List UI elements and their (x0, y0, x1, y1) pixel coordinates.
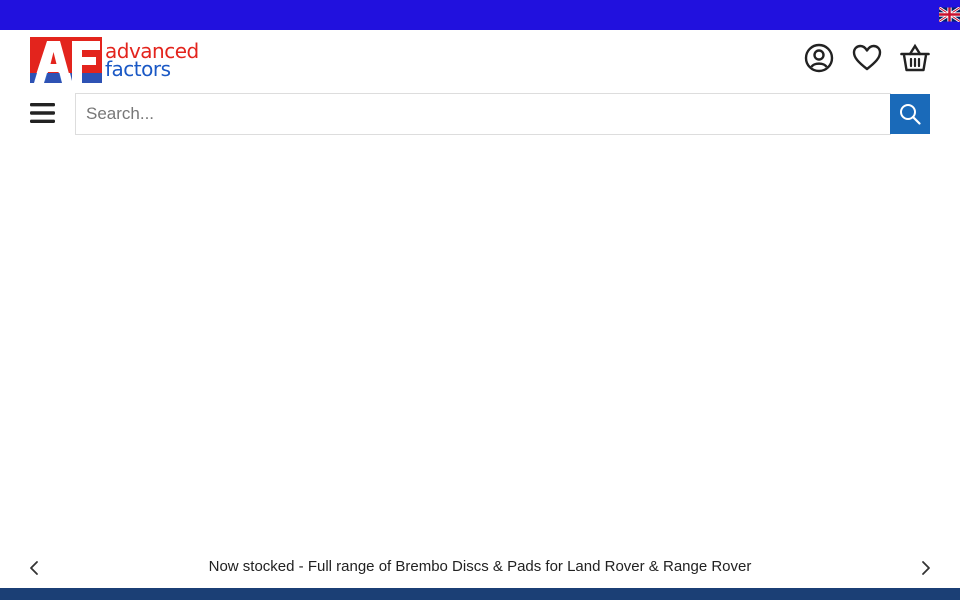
logo-wordmark: advanced factors (105, 41, 199, 81)
hero-banner-area (0, 150, 960, 540)
top-announcement-bar (0, 0, 960, 30)
chevron-left-icon (30, 561, 38, 575)
logo-word-factors: factors (105, 57, 171, 81)
search-row (0, 93, 960, 135)
hamburger-menu-icon[interactable] (30, 102, 55, 124)
bottom-nav-bar (0, 588, 960, 600)
site-header: advanced factors (0, 30, 960, 90)
basket-icon[interactable] (900, 43, 930, 73)
wishlist-heart-icon[interactable] (852, 43, 882, 73)
search-button[interactable] (890, 94, 930, 134)
account-icon[interactable] (804, 43, 834, 73)
site-logo[interactable]: advanced factors (30, 37, 199, 83)
ticker-message[interactable]: Now stocked - Full range of Brembo Discs… (60, 558, 900, 575)
af-logo-mark (30, 37, 102, 83)
uk-flag-icon[interactable] (939, 7, 960, 22)
ticker-prev-button[interactable] (24, 558, 44, 578)
search-input[interactable] (75, 93, 891, 135)
header-actions (804, 43, 930, 73)
search-icon (900, 104, 921, 125)
ticker-next-button[interactable] (916, 558, 936, 578)
announcement-ticker: Now stocked - Full range of Brembo Discs… (0, 550, 960, 586)
chevron-right-icon (922, 561, 930, 575)
